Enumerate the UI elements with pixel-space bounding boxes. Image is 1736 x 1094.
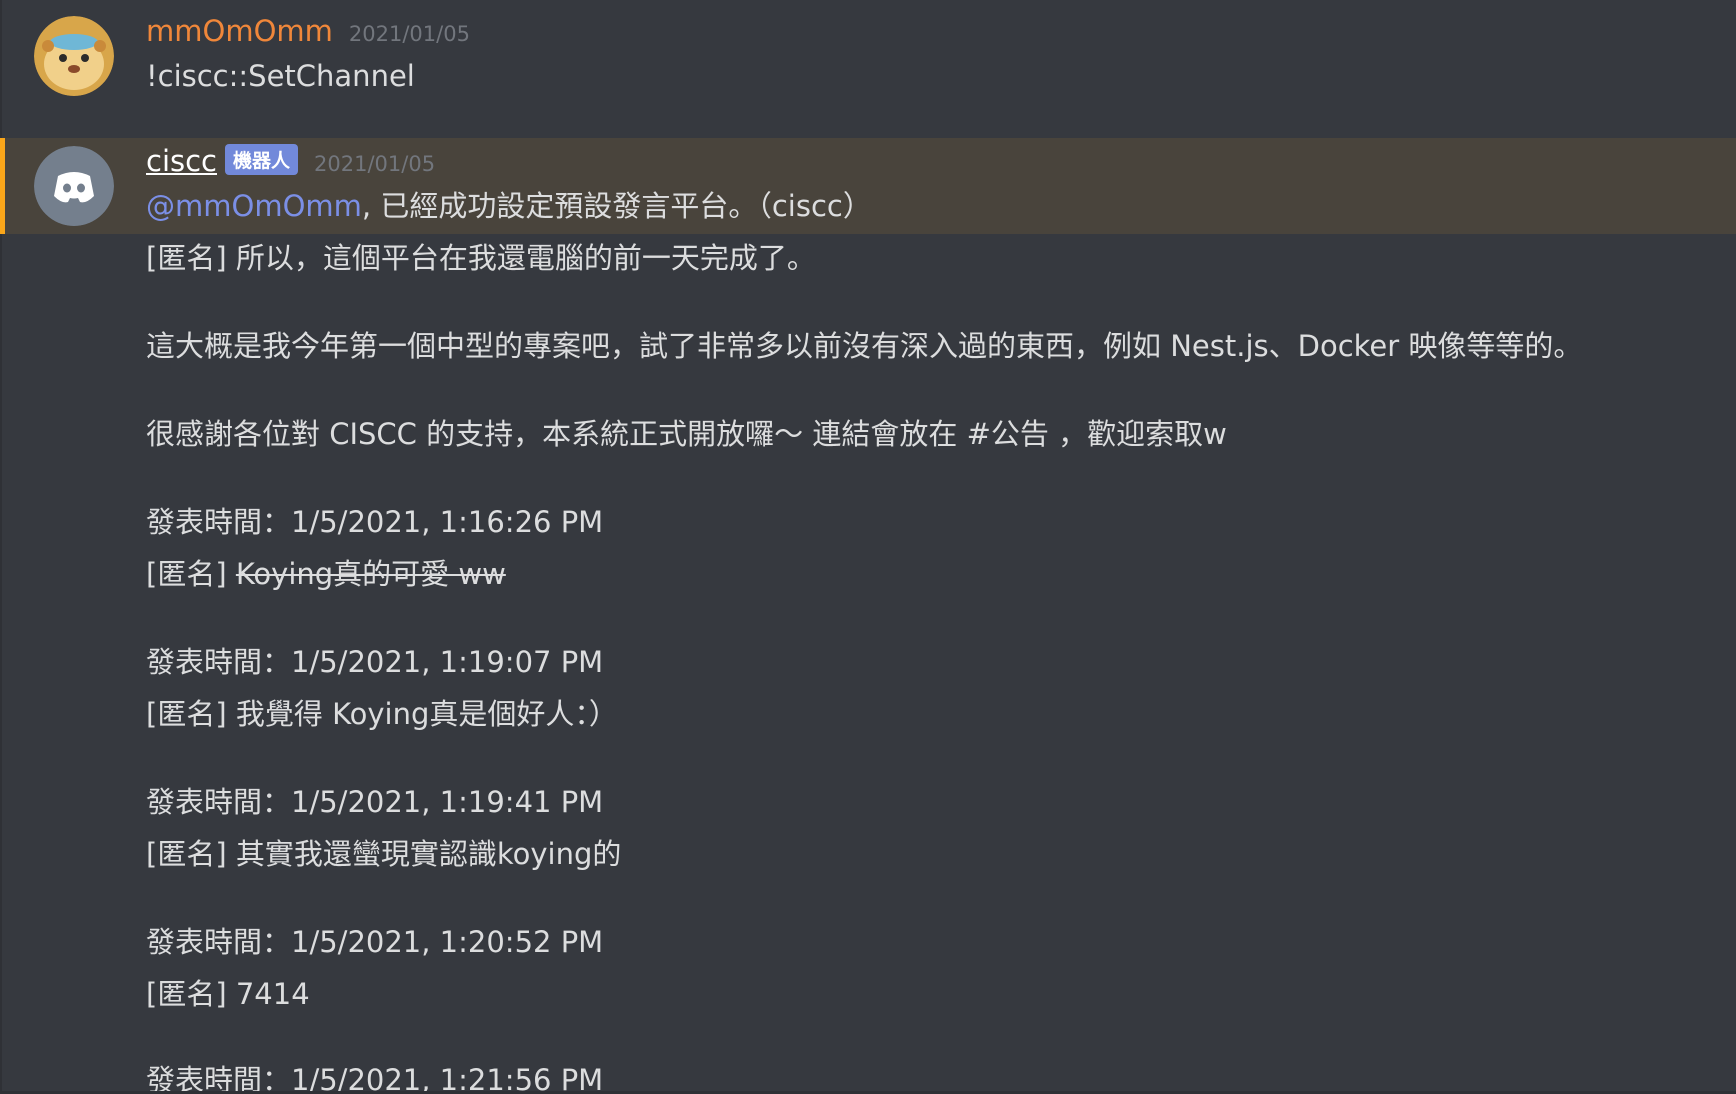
user-mention[interactable]: @mmOmOmm [146, 189, 362, 223]
message-text: 發表時間：1/5/2021, 1:20:52 PM [146, 925, 604, 959]
username[interactable]: ciscc [146, 144, 217, 178]
bot-tag: 機器人 [225, 144, 299, 175]
user-avatar-icon[interactable] [34, 16, 114, 96]
message-text: @mmOmOmm, 已經成功設定預設發言平台。（ciscc） [146, 186, 872, 226]
timestamp[interactable]: 2021/01/05 [349, 22, 470, 46]
message-text: [匿名] Koying真的可愛 ww [146, 554, 506, 594]
reply-text: , 已經成功設定預設發言平台。（ciscc） [361, 189, 872, 223]
chat-messages: mmOmOmm 2021/01/05 !ciscc::SetChannel ci… [0, 0, 1736, 1094]
message-text: 發表時間：1/5/2021, 1:21:56 PM [146, 1063, 604, 1094]
message-text: 發表時間：1/5/2021, 1:19:41 PM [146, 785, 604, 819]
message-text: 發表時間：1/5/2021, 1:16:26 PM [146, 505, 604, 539]
message-header: ciscc 機器人 2021/01/05 [146, 144, 435, 179]
message-text: !ciscc::SetChannel [146, 59, 415, 93]
message-text: 發表時間：1/5/2021, 1:19:07 PM [146, 645, 604, 679]
strikethrough-text: Koying真的可愛 ww [235, 557, 506, 591]
message-text: [匿名] 其實我還蠻現實認識koying的 [146, 837, 622, 871]
username[interactable]: mmOmOmm [146, 14, 333, 48]
anonymous-prefix: [匿名] [146, 557, 236, 591]
timestamp[interactable]: 2021/01/05 [314, 152, 435, 176]
discord-logo-icon[interactable] [34, 146, 114, 226]
message-text: 很感謝各位對 CISCC 的支持，本系統正式開放囉～ 連結會放在 #公告 ，歡迎… [146, 417, 1227, 451]
message-text: [匿名] 所以，這個平台在我還電腦的前一天完成了。 [146, 241, 816, 275]
message-header: mmOmOmm 2021/01/05 [146, 14, 470, 48]
mention-highlight-bar [0, 138, 5, 234]
message-text: [匿名] 我覺得 Koying真是個好人：） [146, 697, 618, 731]
message-text: 這大概是我今年第一個中型的專案吧，試了非常多以前沒有深入過的東西，例如 Nest… [146, 329, 1583, 363]
message-text: [匿名] 7414 [146, 977, 310, 1011]
